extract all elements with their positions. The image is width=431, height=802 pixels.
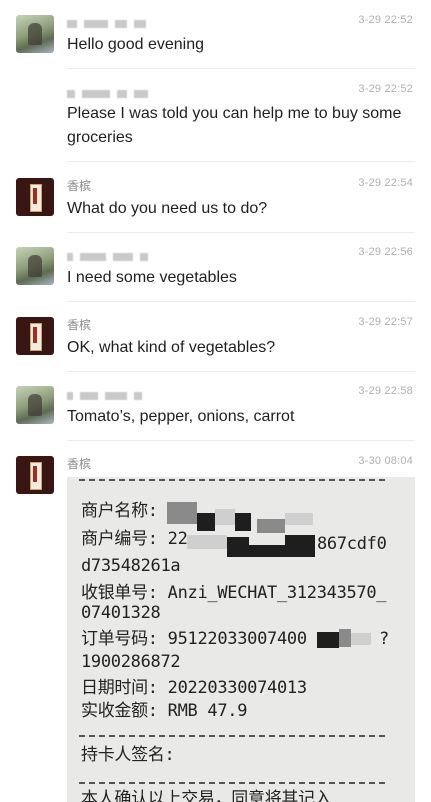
redaction-block <box>285 513 313 525</box>
sender-name-obscured <box>67 392 142 400</box>
message-text[interactable]: Tomato’s, pepper, onions, carrot <box>67 405 411 429</box>
sender-name: 香槟 <box>67 179 92 193</box>
receipt-amount: 实收金额: RMB 47.9 <box>81 701 248 721</box>
redaction-block <box>227 537 249 557</box>
receipt-image[interactable]: 商户名称: 商户编号: 22 867cdf0 d73548261a 收银单号: … <box>67 477 415 802</box>
receipt-merchant-name: 商户名称: <box>81 501 158 521</box>
sender-name-obscured <box>67 253 148 261</box>
divider <box>67 232 415 233</box>
message-timestamp: 3-29 22:54 <box>358 177 413 189</box>
redaction-block <box>187 535 227 549</box>
redaction-block <box>249 545 285 557</box>
sender-name: 香槟 <box>67 318 92 332</box>
message-timestamp: 3-29 22:57 <box>358 316 413 328</box>
message-timestamp: 3-29 22:52 <box>358 83 413 95</box>
redaction-block <box>215 509 235 525</box>
message-timestamp: 3-29 22:56 <box>358 246 413 258</box>
redaction-block <box>257 519 285 533</box>
receipt-order-number-line2: 1900286872 <box>81 652 181 672</box>
receipt-confirmation-text: 本人确认以上交易，同意将其记入 <box>81 789 332 802</box>
receipt-merchant-number-line2: d73548261a <box>81 556 181 576</box>
shop-avatar[interactable] <box>16 317 54 355</box>
shop-avatar[interactable] <box>16 456 54 494</box>
sender-name: 香槟 <box>67 457 92 471</box>
sender-name-obscured <box>67 20 146 28</box>
user-avatar[interactable] <box>16 386 54 424</box>
receipt-merchant-number-tail: 867cdf0 <box>317 534 387 554</box>
message-timestamp: 3-29 22:52 <box>358 14 413 26</box>
message-text[interactable]: OK, what kind of vegetables? <box>67 336 411 360</box>
divider <box>67 371 415 372</box>
message-text[interactable]: Hello good evening <box>67 33 411 57</box>
receipt-merchant-number: 商户编号: 22 <box>81 529 188 549</box>
receipt-top-edge <box>79 479 385 481</box>
receipt-cashier-number: 收银单号: Anzi_WECHAT_312343570_ <box>81 583 387 603</box>
divider <box>67 440 415 441</box>
message-text[interactable]: What do you need us to do? <box>67 197 411 221</box>
redaction-block <box>317 632 339 648</box>
redaction-block <box>167 502 197 524</box>
receipt-datetime: 日期时间: 20220330074013 <box>81 678 307 698</box>
redaction-block <box>351 633 371 645</box>
divider <box>67 68 415 69</box>
receipt-cashier-number-line2: 07401328 <box>81 603 161 623</box>
message-timestamp: 3-29 22:58 <box>358 385 413 397</box>
receipt-signature-label: 持卡人签名: <box>81 745 175 765</box>
receipt-divider <box>79 735 385 737</box>
redaction-block <box>285 535 315 557</box>
redaction-block <box>339 629 351 647</box>
redaction-block <box>197 513 215 531</box>
shop-avatar[interactable] <box>16 178 54 216</box>
message-timestamp: 3-30 08:04 <box>358 455 413 467</box>
redaction-block <box>235 513 251 531</box>
message-text[interactable]: I need some vegetables <box>67 266 411 290</box>
message-text[interactable]: Please I was told you can help me to buy… <box>67 102 411 150</box>
receipt-order-number: 订单号码: 95122033007400 <box>81 629 307 649</box>
user-avatar[interactable] <box>16 247 54 285</box>
divider <box>67 161 415 162</box>
receipt-order-number-tail: ? <box>379 629 389 649</box>
divider <box>67 301 415 302</box>
receipt-divider <box>79 782 385 784</box>
user-avatar[interactable] <box>16 15 54 53</box>
sender-name-obscured <box>67 90 148 98</box>
